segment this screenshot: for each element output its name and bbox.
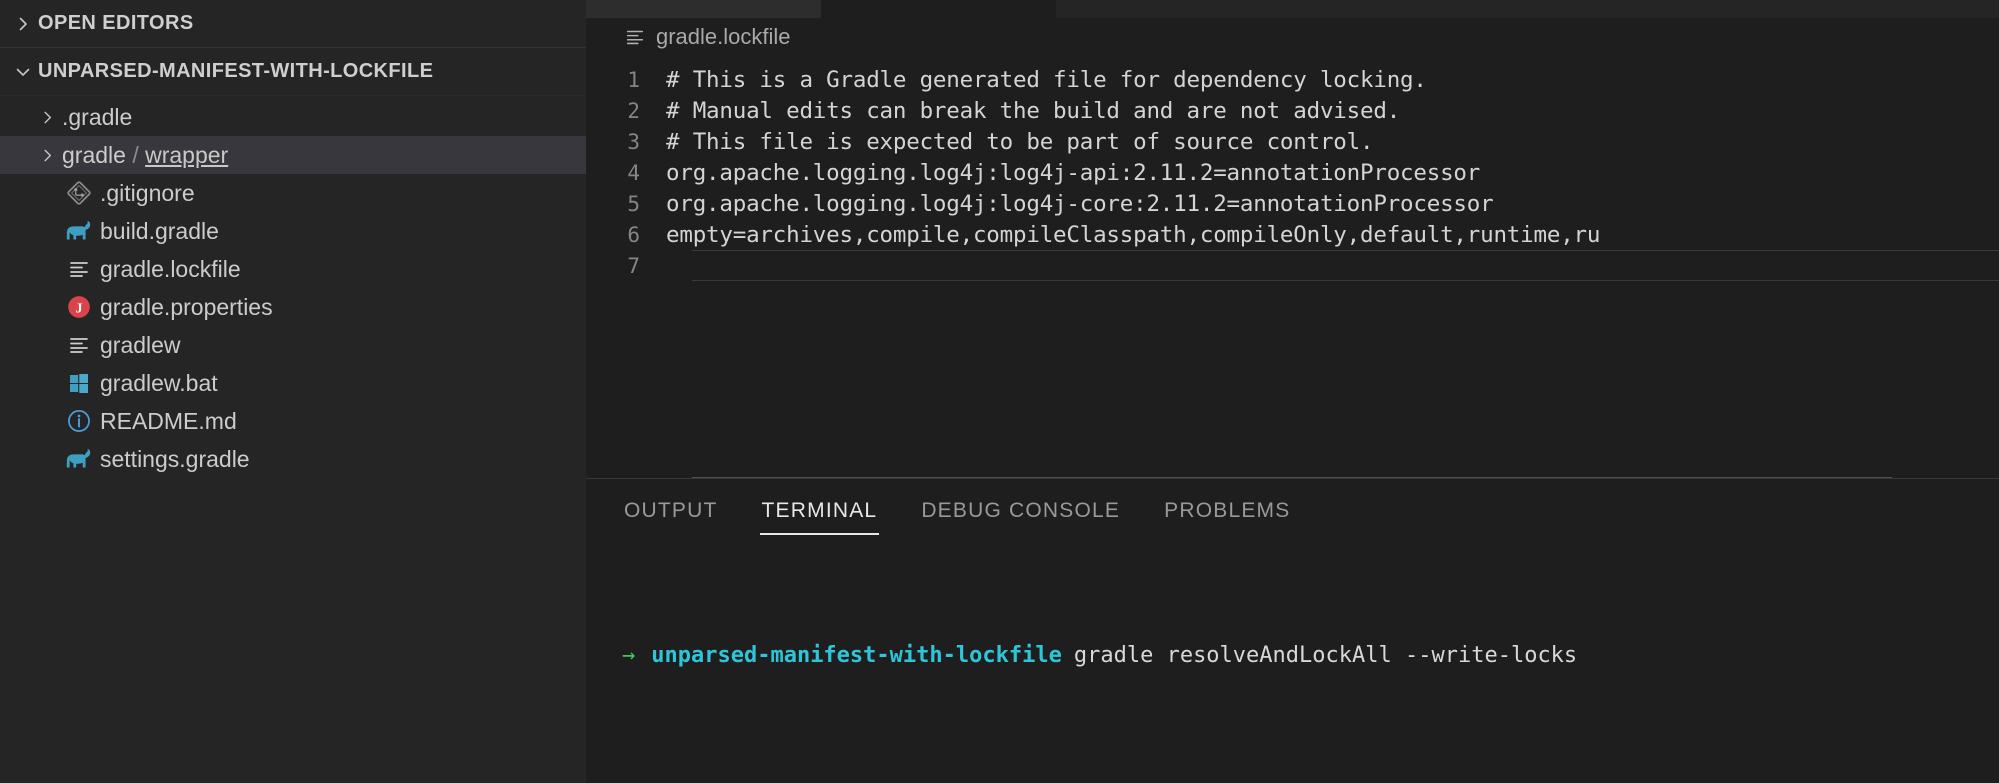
info-circle-icon bbox=[62, 408, 96, 434]
git-icon bbox=[62, 180, 96, 206]
windows-icon bbox=[62, 371, 96, 395]
line-number: 4 bbox=[627, 160, 640, 185]
tree-row[interactable]: J gradle.properties bbox=[0, 288, 586, 326]
tree-item-label: gradlew bbox=[100, 331, 181, 358]
line-number: 7 bbox=[627, 253, 640, 278]
tree-row[interactable]: gradle.lockfile bbox=[0, 250, 586, 288]
terminal-prompt-line: → unparsed-manifest-with-lockfile gradle… bbox=[622, 639, 1999, 671]
code-line-current: 7 bbox=[586, 250, 1999, 281]
tree-item-label: .gradle bbox=[62, 103, 133, 130]
gradle-elephant-icon bbox=[62, 446, 96, 472]
current-line-highlight bbox=[692, 250, 1999, 281]
tab-terminal[interactable]: TERMINAL bbox=[759, 485, 880, 535]
terminal-output[interactable]: → unparsed-manifest-with-lockfile gradle… bbox=[586, 541, 1999, 721]
chevron-right-icon[interactable] bbox=[32, 110, 62, 125]
section-open-editors-label: OPEN EDITORS bbox=[38, 12, 194, 34]
tab-problems[interactable]: PROBLEMS bbox=[1162, 485, 1292, 535]
line-number: 6 bbox=[627, 222, 640, 247]
svg-text:J: J bbox=[75, 300, 82, 316]
tree-item-label: gradlew.bat bbox=[100, 369, 218, 396]
section-workspace-folder-label: UNPARSED-MANIFEST-WITH-LOCKFILE bbox=[38, 60, 434, 82]
line-number: 5 bbox=[627, 191, 640, 216]
text-lines-icon bbox=[62, 333, 96, 357]
line-text: empty=archives,compile,compileClasspath,… bbox=[666, 221, 1601, 248]
editor-tab-bar bbox=[586, 0, 1999, 18]
tree-row[interactable]: README.md bbox=[0, 402, 586, 440]
tree-item-description: wrapper bbox=[145, 141, 229, 168]
editor-area: gradle.lockfile 1 # This is a Gradle gen… bbox=[586, 0, 1999, 783]
chevron-right-icon[interactable] bbox=[32, 148, 62, 163]
line-number: 3 bbox=[627, 129, 640, 154]
code-line: 3 # This file is expected to be part of … bbox=[586, 126, 1999, 157]
editor-tab-gradle-lockfile[interactable] bbox=[586, 0, 821, 18]
file-tree: .gradle gradle / wrapper .gitignore buil… bbox=[0, 96, 586, 478]
code-editor[interactable]: 1 # This is a Gradle generated file for … bbox=[586, 56, 1999, 486]
chevron-right-icon[interactable] bbox=[8, 16, 38, 32]
breadcrumb-file-label: gradle.lockfile bbox=[656, 24, 791, 49]
panel-tab-list: OUTPUT TERMINAL DEBUG CONSOLE PROBLEMS bbox=[586, 479, 1999, 541]
tree-item-separator: / bbox=[132, 141, 139, 168]
text-lines-icon bbox=[624, 26, 646, 48]
tree-item-label: gradle.lockfile bbox=[100, 255, 241, 282]
tab-output[interactable]: OUTPUT bbox=[622, 485, 720, 535]
tree-row[interactable]: .gitignore bbox=[0, 174, 586, 212]
tab-bar-filler-left bbox=[821, 0, 1056, 18]
line-text: # This is a Gradle generated file for de… bbox=[666, 66, 1427, 93]
tree-row[interactable]: build.gradle bbox=[0, 212, 586, 250]
java-properties-icon: J bbox=[62, 294, 96, 320]
tree-item-label: README.md bbox=[100, 407, 237, 434]
tree-item-label: .gitignore bbox=[100, 179, 195, 206]
tree-item-label: gradle bbox=[62, 141, 126, 168]
text-lines-icon bbox=[62, 257, 96, 281]
line-text: org.apache.logging.log4j:log4j-core:2.11… bbox=[666, 190, 1494, 217]
prompt-arrow-icon: → bbox=[622, 642, 636, 668]
line-text: # This file is expected to be part of so… bbox=[666, 128, 1374, 155]
line-number: 2 bbox=[627, 98, 640, 123]
line-number: 1 bbox=[627, 67, 640, 92]
code-line: 5 org.apache.logging.log4j:log4j-core:2.… bbox=[586, 188, 1999, 219]
code-line: 1 # This is a Gradle generated file for … bbox=[586, 64, 1999, 95]
code-line: 2 # Manual edits can break the build and… bbox=[586, 95, 1999, 126]
tree-row[interactable]: .gradle bbox=[0, 98, 586, 136]
tree-row[interactable]: gradlew.bat bbox=[0, 364, 586, 402]
tree-item-label: build.gradle bbox=[100, 217, 219, 244]
terminal-cwd: unparsed-manifest-with-lockfile bbox=[651, 642, 1062, 668]
line-text: # Manual edits can break the build and a… bbox=[666, 97, 1401, 124]
tab-bar-filler-right bbox=[1056, 0, 1999, 18]
tree-item-label: gradle.properties bbox=[100, 293, 273, 320]
gradle-elephant-icon bbox=[62, 218, 96, 244]
terminal-command: gradle resolveAndLockAll --write-locks bbox=[1073, 642, 1578, 668]
code-line: 6 empty=archives,compile,compileClasspat… bbox=[586, 219, 1999, 250]
tree-row[interactable]: gradle / wrapper bbox=[0, 136, 586, 174]
code-line: 4 org.apache.logging.log4j:log4j-api:2.1… bbox=[586, 157, 1999, 188]
section-open-editors[interactable]: OPEN EDITORS bbox=[0, 0, 586, 48]
bottom-panel: OUTPUT TERMINAL DEBUG CONSOLE PROBLEMS →… bbox=[586, 478, 1999, 783]
tree-item-label: settings.gradle bbox=[100, 445, 250, 472]
vscode-window: OPEN EDITORS UNPARSED-MANIFEST-WITH-LOCK… bbox=[0, 0, 1999, 783]
tree-row[interactable]: gradlew bbox=[0, 326, 586, 364]
line-text: org.apache.logging.log4j:log4j-api:2.11.… bbox=[666, 159, 1481, 186]
explorer-sidebar: OPEN EDITORS UNPARSED-MANIFEST-WITH-LOCK… bbox=[0, 0, 586, 783]
section-workspace-folder[interactable]: UNPARSED-MANIFEST-WITH-LOCKFILE bbox=[0, 48, 586, 96]
tab-debug-console[interactable]: DEBUG CONSOLE bbox=[919, 485, 1122, 535]
breadcrumb[interactable]: gradle.lockfile bbox=[586, 18, 1999, 56]
tree-row[interactable]: settings.gradle bbox=[0, 440, 586, 478]
chevron-down-icon[interactable] bbox=[8, 64, 38, 80]
